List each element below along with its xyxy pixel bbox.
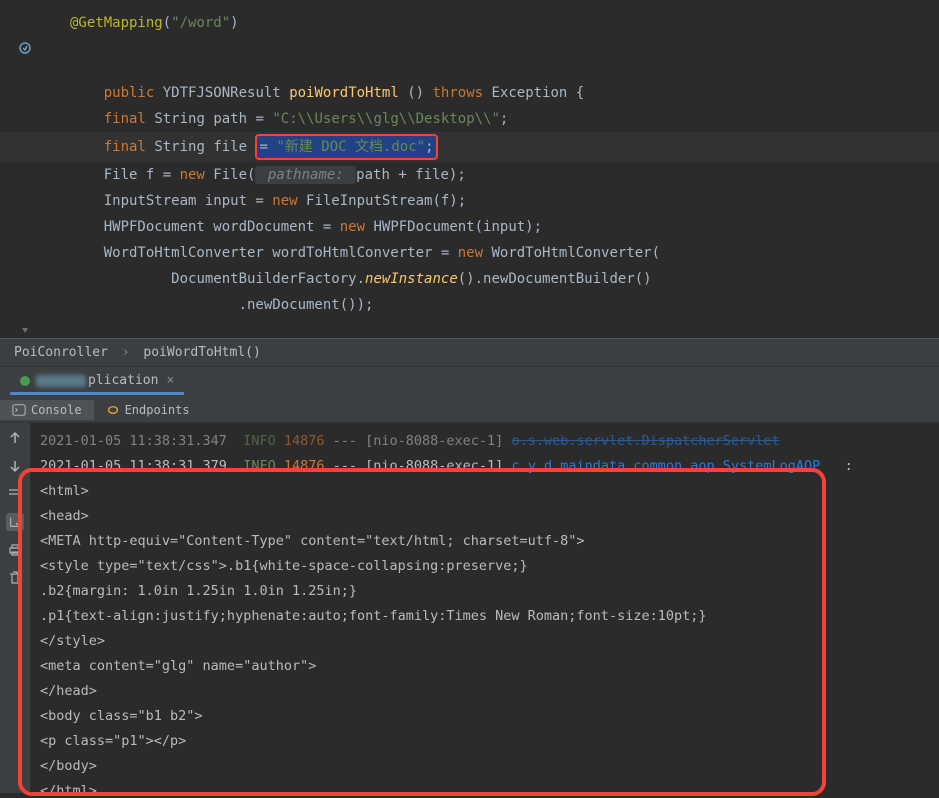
run-config-tab[interactable]: plication × — [10, 369, 184, 395]
log-line: .b2{margin: 1.0in 1.25in 1.0in 1.25in;} — [40, 579, 929, 604]
code-line-highlighted: final String file = "新建 DOC 文档.doc"; — [0, 132, 939, 162]
code-line: final String path = "C:\\Users\\glg\\Des… — [0, 106, 939, 132]
log-line: <META http-equiv="Content-Type" content=… — [40, 529, 929, 554]
code-line: .newDocument()); — [0, 292, 939, 318]
tab-label: Console — [31, 403, 82, 417]
run-status-dot — [20, 376, 30, 386]
console-output[interactable]: 2021-01-05 11:38:31.347 INFO 14876 --- [… — [30, 423, 939, 793]
code-line: public YDTFJSONResult poiWordToHtml () t… — [0, 36, 939, 106]
code-editor[interactable]: @GetMapping("/word") public YDTFJSONResu… — [0, 0, 939, 338]
code-line: DocumentBuilderFactory.newInstance().new… — [0, 266, 939, 292]
log-line: <style type="text/css">.b1{white-space-c… — [40, 554, 929, 579]
log-line: </html> — [40, 779, 929, 793]
log-line: 2021-01-05 11:38:31.347 INFO 14876 --- [… — [40, 429, 929, 454]
tab-console[interactable]: Console — [0, 400, 94, 420]
log-line: 2021-01-05 11:38:31.379 INFO 14876 --- [… — [40, 454, 929, 479]
tab-endpoints[interactable]: Endpoints — [94, 400, 202, 420]
console-sub-tabs: Console Endpoints — [0, 397, 939, 423]
code-line: @GetMapping("/word") — [0, 10, 939, 36]
fold-gutter-icon[interactable] — [18, 322, 32, 336]
code-line: InputStream input = new FileInputStream(… — [0, 188, 939, 214]
log-line: <p class="p1"></p> — [40, 729, 929, 754]
console-toolbar — [0, 423, 30, 793]
log-line: </head> — [40, 679, 929, 704]
code-line: HWPFDocument wordDocument = new HWPFDocu… — [0, 214, 939, 240]
log-line: <html> — [40, 479, 929, 504]
log-line: </style> — [40, 629, 929, 654]
print-icon[interactable] — [6, 541, 24, 559]
log-line: <body class="b1 b2"> — [40, 704, 929, 729]
breadcrumb-item[interactable]: PoiConroller — [14, 345, 108, 360]
soft-wrap-icon[interactable] — [6, 485, 24, 503]
log-line: .p1{text-align:justify;hyphenate:auto;fo… — [40, 604, 929, 629]
run-tool-tabs: plication × — [0, 367, 939, 397]
scroll-end-icon[interactable] — [6, 513, 24, 531]
close-icon[interactable]: × — [166, 373, 174, 388]
breadcrumb[interactable]: PoiConroller › poiWordToHtml() — [0, 338, 939, 367]
breadcrumb-item[interactable]: poiWordToHtml() — [143, 345, 260, 360]
tab-label: Endpoints — [125, 403, 190, 417]
run-tab-label: plication — [88, 373, 158, 388]
endpoints-icon — [106, 403, 120, 417]
log-line: <meta content="glg" name="author"> — [40, 654, 929, 679]
console-icon — [12, 403, 26, 417]
log-line: </body> — [40, 754, 929, 779]
highlighted-string-box: = "新建 DOC 文档.doc"; — [255, 134, 437, 160]
breadcrumb-separator: › — [122, 345, 130, 360]
arrow-up-icon[interactable] — [6, 429, 24, 447]
console-panel: 2021-01-05 11:38:31.347 INFO 14876 --- [… — [0, 423, 939, 793]
override-gutter-icon[interactable] — [18, 40, 32, 54]
trash-icon[interactable] — [6, 569, 24, 587]
arrow-down-icon[interactable] — [6, 457, 24, 475]
code-line: WordToHtmlConverter wordToHtmlConverter … — [0, 240, 939, 266]
code-line: File f = new File( pathname: path + file… — [0, 162, 939, 188]
code-line: wordToHtmlConverter.setPicturesManager(n… — [0, 318, 939, 338]
log-line: <head> — [40, 504, 929, 529]
blurred-text — [36, 375, 86, 387]
